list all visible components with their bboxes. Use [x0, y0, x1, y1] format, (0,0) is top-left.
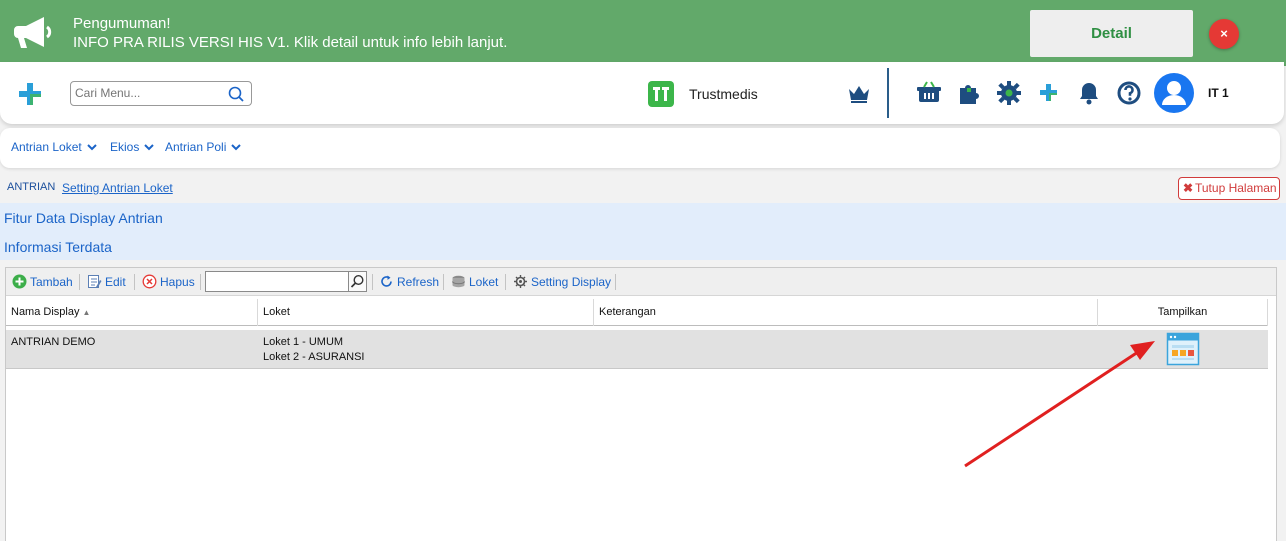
- menu-antrian-loket[interactable]: Antrian Loket: [11, 140, 97, 154]
- brand-name: Trustmedis: [689, 86, 758, 102]
- gear-icon[interactable]: [996, 80, 1022, 106]
- chevron-down-icon: [231, 143, 242, 150]
- column-header-tampilkan[interactable]: Tampilkan: [1098, 299, 1268, 326]
- setting-display-button[interactable]: Setting Display: [513, 274, 611, 289]
- breadcrumb-active[interactable]: Setting Antrian Loket: [62, 181, 173, 195]
- edit-label: Edit: [105, 274, 126, 289]
- close-page-label: Tutup Halaman: [1195, 181, 1277, 195]
- toolbar-separator: [505, 274, 506, 290]
- search-icon: [350, 274, 364, 288]
- menu-bar: Antrian Loket Ekios Antrian Poli: [0, 128, 1280, 168]
- data-grid: Tambah Edit Hapus Refresh Loket Setting …: [5, 267, 1277, 541]
- search-icon[interactable]: [227, 85, 245, 103]
- menu-search: [70, 81, 252, 106]
- announcement-banner: Pengumuman! INFO PRA RILIS VERSI HIS V1.…: [0, 0, 1286, 66]
- user-avatar-icon: [1162, 81, 1186, 105]
- toolbar-separator: [443, 274, 444, 290]
- grid-search-input[interactable]: [205, 271, 351, 292]
- username[interactable]: IT 1: [1208, 86, 1229, 100]
- delete-button[interactable]: Hapus: [142, 274, 195, 289]
- puzzle-icon[interactable]: [956, 80, 982, 106]
- bell-icon[interactable]: [1076, 80, 1102, 106]
- loket-label: Loket: [469, 274, 499, 289]
- toolbar-separator: [134, 274, 135, 290]
- brand: Trustmedis: [648, 81, 758, 107]
- menu-label: Ekios: [110, 140, 140, 154]
- loket-line: Loket 1 - UMUM: [263, 336, 344, 348]
- settings-icon: [514, 275, 527, 288]
- breadcrumb-root[interactable]: ANTRIAN: [7, 181, 55, 193]
- toolbar-separator: [200, 274, 201, 290]
- column-header-loket[interactable]: Loket: [258, 299, 594, 326]
- help-icon[interactable]: [1116, 80, 1142, 106]
- close-icon: ✖: [1183, 181, 1194, 195]
- header-divider: [887, 68, 889, 118]
- loket-button[interactable]: Loket: [451, 274, 498, 289]
- chevron-down-icon: [144, 143, 155, 150]
- table-header: Nama Display ▲ Loket Keterangan Tampilka…: [6, 299, 1268, 326]
- info-panel: [0, 203, 1286, 260]
- top-header: Trustmedis: [0, 62, 1284, 124]
- announcement-text: Pengumuman! INFO PRA RILIS VERSI HIS V1.…: [73, 14, 507, 52]
- avatar[interactable]: [1154, 73, 1194, 113]
- delete-label: Hapus: [160, 274, 195, 289]
- cell-loket: Loket 1 - UMUM Loket 2 - ASURANSI: [263, 335, 365, 365]
- column-header-nama-display[interactable]: Nama Display ▲: [6, 299, 258, 326]
- add-icon: [12, 274, 27, 289]
- close-page-button[interactable]: ✖ Tutup Halaman: [1178, 177, 1280, 200]
- refresh-button[interactable]: Refresh: [379, 274, 439, 289]
- edit-icon: [88, 275, 102, 288]
- database-icon: [452, 275, 465, 288]
- chevron-down-icon: [87, 143, 97, 150]
- close-announcement-button[interactable]: ×: [1209, 19, 1239, 49]
- toolbar-separator: [372, 274, 373, 290]
- grid-search-button[interactable]: [348, 271, 367, 292]
- menu-search-input[interactable]: [75, 82, 225, 104]
- menu-label: Antrian Poli: [165, 140, 227, 154]
- add-label: Tambah: [30, 274, 73, 289]
- basket-icon[interactable]: [916, 80, 942, 106]
- edit-button[interactable]: Edit: [87, 274, 126, 289]
- menu-label: Antrian Loket: [11, 140, 82, 154]
- menu-antrian-poli[interactable]: Antrian Poli: [165, 140, 242, 154]
- cell-nama-display: ANTRIAN DEMO: [11, 336, 96, 348]
- loket-line: Loket 2 - ASURANSI: [263, 351, 365, 363]
- toolbar-separator: [615, 274, 616, 290]
- setting-display-label: Setting Display: [531, 274, 612, 289]
- column-header-keterangan[interactable]: Keterangan: [594, 299, 1098, 326]
- panel-title-display[interactable]: Fitur Data Display Antrian: [4, 210, 163, 226]
- megaphone-icon: [14, 17, 52, 48]
- app-logo-icon[interactable]: [16, 80, 44, 108]
- announcement-message: INFO PRA RILIS VERSI HIS V1. Klik detail…: [73, 34, 508, 51]
- delete-icon: [142, 274, 157, 289]
- sort-asc-icon: ▲: [82, 308, 91, 317]
- menu-ekios[interactable]: Ekios: [110, 140, 155, 154]
- announcement-title: Pengumuman!: [73, 15, 171, 32]
- show-display-icon[interactable]: [1166, 332, 1200, 366]
- add-button[interactable]: Tambah: [12, 274, 73, 289]
- panel-title-info[interactable]: Informasi Terdata: [4, 239, 112, 255]
- toolbar-separator: [79, 274, 80, 290]
- table-row[interactable]: ANTRIAN DEMO Loket 1 - UMUM Loket 2 - AS…: [6, 330, 1268, 369]
- trustmedis-logo-icon: [648, 81, 674, 107]
- column-label: Nama Display: [11, 306, 80, 318]
- plus-icon[interactable]: [1036, 80, 1062, 106]
- grid-toolbar: Tambah Edit Hapus Refresh Loket Setting …: [6, 268, 1276, 296]
- refresh-icon: [381, 275, 392, 287]
- detail-button[interactable]: Detail: [1030, 10, 1193, 57]
- crown-icon[interactable]: [846, 80, 872, 106]
- refresh-label: Refresh: [397, 274, 440, 289]
